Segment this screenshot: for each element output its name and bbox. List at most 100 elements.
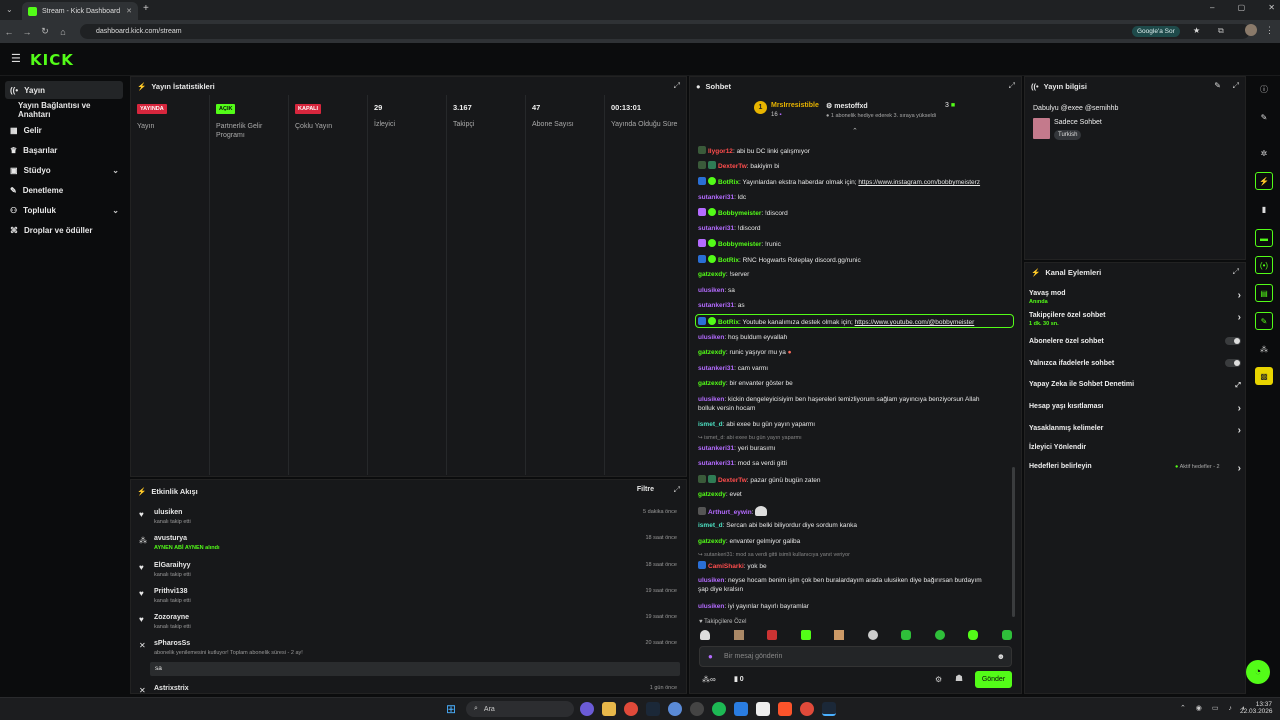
app-icon[interactable] <box>580 702 594 716</box>
chat-settings-icon[interactable]: ⚙ <box>935 675 942 684</box>
google-ask-button[interactable]: Google'a Sor <box>1132 26 1180 37</box>
chrome-icon[interactable] <box>800 702 814 716</box>
chat-username[interactable]: sutankeri31 <box>698 225 734 232</box>
popout-icon[interactable]: ⤢ <box>674 485 680 495</box>
activity-user[interactable]: ulusiken <box>154 509 182 516</box>
info-icon[interactable]: ⓘ <box>1255 80 1273 98</box>
chat-username[interactable]: ulusiken <box>698 603 724 610</box>
banned-words-setting[interactable]: Yasaklanmış kelimeler › <box>1029 425 1243 443</box>
chat-username[interactable]: gatzexdy <box>698 538 726 545</box>
edit-icon[interactable]: ✎ <box>1214 81 1221 90</box>
new-tab-icon[interactable]: + <box>143 3 149 14</box>
chat-username[interactable]: sutankeri31 <box>698 194 734 201</box>
clapper-icon[interactable]: ▩ <box>1255 367 1273 385</box>
chat-username[interactable]: Ilygor12 <box>708 148 733 155</box>
close-tab-icon[interactable]: ✕ <box>126 7 132 15</box>
kick-logo[interactable]: KICK <box>30 51 74 69</box>
emote-icon[interactable] <box>968 630 979 640</box>
bug-icon[interactable]: ✲ <box>1255 144 1273 162</box>
reload-icon[interactable]: ↻ <box>36 26 54 37</box>
chat-username[interactable]: gatzexdy <box>698 349 726 356</box>
activity-user[interactable]: Zozorayne <box>154 614 189 621</box>
top-gifter-name[interactable]: MrsIrresistible <box>771 102 819 109</box>
sidebar-item-revenue[interactable]: ▦ Gelir <box>5 121 123 139</box>
send-button[interactable]: Gönder <box>975 671 1012 688</box>
popout-icon[interactable]: ⤢ <box>1233 81 1239 91</box>
app-icon[interactable] <box>668 702 682 716</box>
sidebar-item-moderation[interactable]: ✎ Denetleme <box>5 181 123 199</box>
gift-user-name[interactable]: mestoffxd <box>834 103 867 110</box>
chat-username[interactable]: gatzexdy <box>698 491 726 498</box>
hamburger-menu-icon[interactable]: ☰ <box>11 52 21 65</box>
sidebar-item-achievements[interactable]: ♛ Başarılar <box>5 141 123 159</box>
slow-mode-setting[interactable]: Yavaş mod Anında › <box>1029 290 1243 308</box>
help-chat-icon[interactable]: ◔ <box>1246 660 1270 684</box>
chat-username[interactable]: ismet_d <box>698 522 723 529</box>
subscribers-only-toggle[interactable] <box>1225 337 1241 345</box>
popout-icon[interactable]: ⤢ <box>1233 267 1239 277</box>
ai-moderation-setting[interactable]: Yapay Zeka ile Sohbet Denetimi ⤢ <box>1029 381 1243 399</box>
chat-username[interactable]: DexterTw <box>718 477 747 484</box>
wrench-icon[interactable]: ✎ <box>1255 312 1273 330</box>
chat-username[interactable]: sutankeri31 <box>698 302 734 309</box>
chat-username[interactable]: Bobbymeister <box>718 210 761 217</box>
taskbar-search[interactable]: ⌕ Ara <box>466 701 574 717</box>
chat-username[interactable]: Arthurt_eywin <box>708 509 752 516</box>
stream-category[interactable]: Sadece Sohbet <box>1054 119 1102 126</box>
brave-icon[interactable] <box>778 702 792 716</box>
sidebar-item-drops[interactable]: ⌘ Droplar ve ödüller <box>5 221 123 239</box>
chat-username[interactable]: BotRix <box>718 179 739 186</box>
pencil-icon[interactable]: ✎ <box>1255 108 1273 126</box>
emote-icon[interactable] <box>700 630 710 640</box>
tab-list-chevron-icon[interactable]: ⌄ <box>6 5 13 14</box>
app-icon[interactable] <box>756 702 770 716</box>
chat-username[interactable]: Bobbymeister <box>718 241 761 248</box>
chat-username[interactable]: CamiSharki <box>708 563 744 570</box>
chat-username[interactable]: BotRix <box>718 257 739 264</box>
emote-only-toggle[interactable] <box>1225 359 1241 367</box>
popout-icon[interactable]: ⤢ <box>1009 81 1015 91</box>
chat-link[interactable]: https://www.youtube.com/@bobbymeister <box>855 319 975 326</box>
chat-link[interactable]: https://www.instagram.com/bobbymeisterz <box>858 179 980 186</box>
chat-username[interactable]: sutankeri31 <box>698 365 734 372</box>
emote-icon[interactable] <box>934 630 945 640</box>
chat-username[interactable]: DexterTw <box>718 163 747 170</box>
app-icon[interactable] <box>690 702 704 716</box>
browser-tab[interactable]: Stream - Kick Dashboard ✕ <box>22 2 138 20</box>
chat-username[interactable]: sutankeri31 <box>698 460 734 467</box>
chat-username[interactable]: gatzexdy <box>698 271 726 278</box>
emote-icon[interactable] <box>800 630 811 640</box>
emote-icon[interactable] <box>834 630 845 640</box>
sidebar-item-studio[interactable]: ▣ Stüdyo ⌄ <box>5 161 123 179</box>
activity-user[interactable]: ElGaraihyy <box>154 562 191 569</box>
chrome-icon[interactable] <box>624 702 638 716</box>
start-menu-icon[interactable]: ⊞ <box>446 702 456 716</box>
layout-icon[interactable]: ▤ <box>1255 284 1273 302</box>
minimize-icon[interactable]: – <box>1210 3 1214 12</box>
chat-username[interactable]: gatzexdy <box>698 380 726 387</box>
sidebar-item-community[interactable]: ⚇ Topluluk ⌄ <box>5 201 123 219</box>
bookmark-star-icon[interactable]: ★ <box>1193 26 1200 35</box>
address-bar[interactable]: dashboard.kick.com/stream Google'a Sor ★ <box>80 24 1250 39</box>
steam-icon[interactable] <box>822 702 836 716</box>
chat-username[interactable]: BotRix <box>718 319 739 326</box>
profile-avatar[interactable] <box>1245 24 1257 36</box>
pin-chevron-icon[interactable]: ⌃ <box>852 127 858 135</box>
sidebar-item-stream-key[interactable]: Yayın Bağlantısı ve Anahtarı <box>5 101 123 119</box>
goals-setting[interactable]: Hedefleri belirleyin ● Aktif hedefler - 2… <box>1029 463 1243 481</box>
back-icon[interactable]: ← <box>0 27 18 37</box>
activity-user[interactable]: Astrixstrix <box>154 685 189 692</box>
steam-icon[interactable] <box>646 702 660 716</box>
community-icon[interactable]: ⁂ <box>1255 340 1273 358</box>
activity-user[interactable]: sPharosSs <box>154 640 190 647</box>
clock[interactable]: 13:37 22.03.2026 <box>1240 701 1273 715</box>
extensions-icon[interactable]: ⧉ <box>1218 26 1224 36</box>
account-age-setting[interactable]: Hesap yaşı kısıtlaması › <box>1029 403 1243 421</box>
file-explorer-icon[interactable] <box>602 702 616 716</box>
emote-icon[interactable] <box>767 630 778 640</box>
lightning-icon[interactable]: ⚡ <box>1255 172 1273 190</box>
sidebar-item-stream[interactable]: ((• Yayın <box>5 81 123 99</box>
home-icon[interactable]: ⌂ <box>54 27 72 37</box>
chat-input[interactable]: ● Bir mesaj gönderin ☻ <box>699 646 1012 667</box>
maximize-icon[interactable]: ▢ <box>1238 3 1246 12</box>
